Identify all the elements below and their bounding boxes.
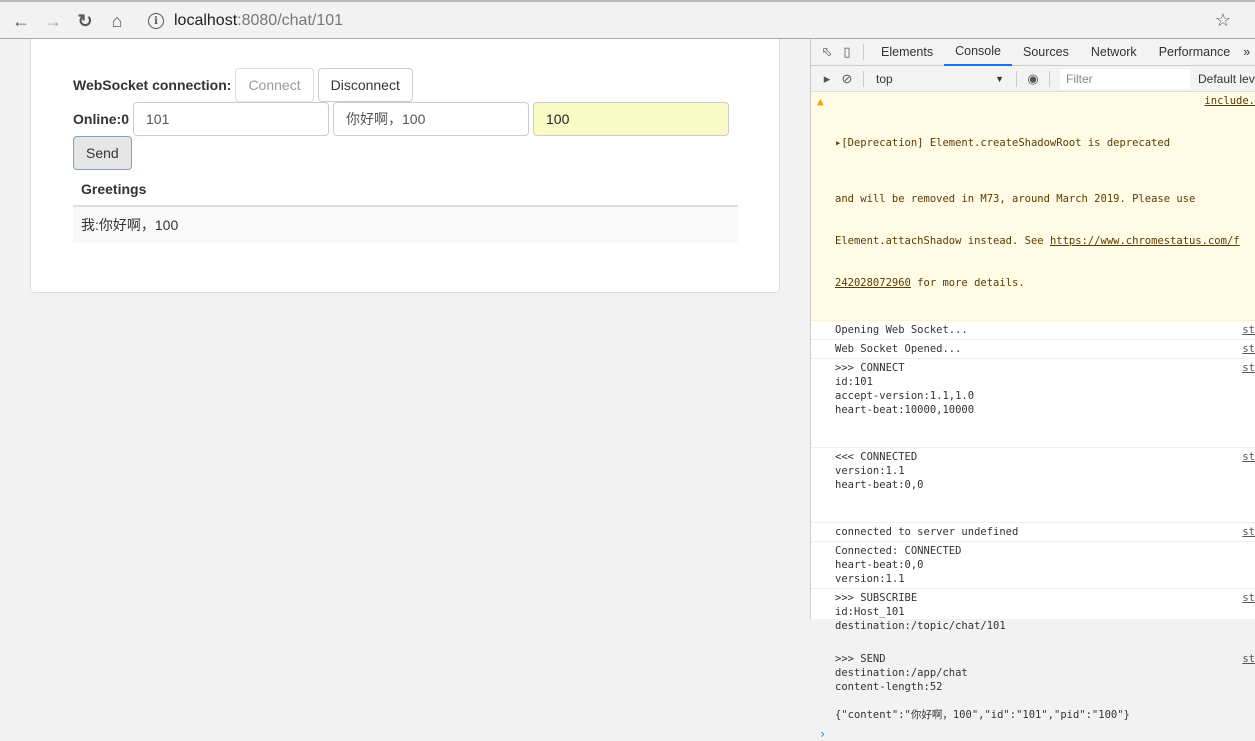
context-select[interactable]: top ▼ <box>870 72 1010 86</box>
warning-link[interactable]: https://www.chromestatus.com/f <box>1050 235 1240 247</box>
eye-icon[interactable]: ◉ <box>1023 69 1043 89</box>
online-count: Online:0 <box>73 111 130 127</box>
source-link[interactable]: st <box>1238 342 1255 356</box>
console-prompt[interactable]: › <box>811 725 1255 741</box>
disconnect-button[interactable]: Disconnect <box>317 68 413 102</box>
home-icon[interactable]: ⌂ <box>106 10 128 32</box>
console-message: >>> SUBSCRIBE id:Host_101 destination:/t… <box>811 589 1255 650</box>
greetings-table: Greetings 我:你好啊，100 <box>73 176 738 243</box>
console-message: >>> CONNECT id:101 accept-version:1.1,1.… <box>811 359 1255 448</box>
console-message: <<< CONNECTED version:1.1 heart-beat:0,0… <box>811 448 1255 523</box>
info-icon[interactable]: i <box>148 13 164 29</box>
url-host: localhost <box>174 12 238 29</box>
message-text: >>> CONNECT id:101 accept-version:1.1,1.… <box>835 362 975 416</box>
message-text: >>> SUBSCRIBE id:Host_101 destination:/t… <box>835 592 1006 632</box>
tab-network[interactable]: Network <box>1080 39 1148 66</box>
message-input[interactable]: 你好啊，100 <box>333 102 530 136</box>
console-toolbar: ▸ ⊘ top ▼ ◉ Filter Default lev <box>811 66 1255 92</box>
device-toggle-icon[interactable]: ▯ <box>837 42 857 62</box>
console-message: >>> SEND destination:/app/chat content-l… <box>811 650 1255 725</box>
source-link[interactable]: st <box>1238 450 1255 464</box>
browser-toolbar: ← → ↻ ⌂ i localhost:8080/chat/101 ☆ <box>0 0 1255 39</box>
warning-icon: ▲ <box>817 95 824 108</box>
source-link[interactable]: include. <box>1200 94 1255 108</box>
id-input[interactable]: 101 <box>133 102 330 136</box>
source-link[interactable]: st <box>1238 361 1255 375</box>
back-arrow-icon[interactable]: ← <box>10 10 32 32</box>
filter-input[interactable]: Filter <box>1060 68 1190 89</box>
tab-elements[interactable]: Elements <box>870 39 944 66</box>
more-tabs-button[interactable]: » <box>1241 39 1252 66</box>
message-text: <<< CONNECTED version:1.1 heart-beat:0,0 <box>835 451 924 491</box>
connection-row: WebSocket connection: Connect Disconnect <box>73 68 413 102</box>
sidebar-toggle-icon[interactable]: ▸ <box>817 69 837 89</box>
divider <box>1016 70 1017 87</box>
console-message: Opening Web Socket... st <box>811 321 1255 340</box>
warning-link[interactable]: 242028072960 <box>835 277 911 289</box>
tab-sources[interactable]: Sources <box>1012 39 1080 66</box>
divider <box>863 44 864 60</box>
message-text: Web Socket Opened... <box>835 343 962 355</box>
context-value: top <box>876 71 893 86</box>
warning-text[interactable]: ▸[Deprecation] Element.createShadowRoot … <box>835 137 1170 149</box>
source-link[interactable]: st <box>1238 525 1255 539</box>
warning-text: and will be removed in M73, around March… <box>835 193 1196 205</box>
message-text: connected to server undefined <box>835 526 1019 538</box>
reload-icon[interactable]: ↻ <box>74 10 96 32</box>
page-content: WebSocket connection: Connect Disconnect… <box>0 39 810 619</box>
message-text: Opening Web Socket... <box>835 324 968 336</box>
url-path: :8080/chat/101 <box>237 12 344 29</box>
console-message: Connected: CONNECTED heart-beat:0,0 vers… <box>811 542 1255 589</box>
warning-text: Element.attachShadow instead. See <box>835 235 1050 247</box>
console-message: Web Socket Opened... st <box>811 340 1255 359</box>
message-row: Online:0 101 你好啊，100 100 <box>73 102 730 136</box>
greeting-row: 我:你好啊，100 <box>73 207 738 243</box>
send-button[interactable]: Send <box>73 136 132 170</box>
source-link[interactable]: st <box>1238 323 1255 337</box>
console-output: ▲ ▸[Deprecation] Element.createShadowRoo… <box>811 92 1255 741</box>
address-bar[interactable]: i localhost:8080/chat/101 <box>140 7 1240 35</box>
devtools-tabbar: ⬁ ▯ Elements Console Sources Network Per… <box>811 39 1255 66</box>
warning-text: for more details. <box>910 277 1025 289</box>
devtools-panel: ⬁ ▯ Elements Console Sources Network Per… <box>810 39 1255 741</box>
forward-arrow-icon[interactable]: → <box>42 10 64 32</box>
tab-console[interactable]: Console <box>944 39 1012 66</box>
connection-label: WebSocket connection: <box>73 77 232 93</box>
source-link[interactable]: st <box>1238 591 1255 605</box>
greetings-header: Greetings <box>73 176 738 207</box>
source-link[interactable]: st <box>1238 652 1255 666</box>
prompt-chevron-icon: › <box>819 727 827 741</box>
divider <box>1049 70 1050 87</box>
clear-console-icon[interactable]: ⊘ <box>837 69 857 89</box>
inspect-element-icon[interactable]: ⬁ <box>817 42 837 62</box>
message-text: >>> SEND destination:/app/chat content-l… <box>835 653 1130 721</box>
log-levels-select[interactable]: Default lev <box>1198 72 1255 86</box>
console-warning: ▲ ▸[Deprecation] Element.createShadowRoo… <box>811 92 1255 321</box>
dropdown-arrow-icon: ▼ <box>995 73 1004 84</box>
tab-performance[interactable]: Performance <box>1148 39 1242 66</box>
star-icon[interactable]: ☆ <box>1215 10 1231 31</box>
divider <box>863 70 864 87</box>
console-message: connected to server undefined st <box>811 523 1255 542</box>
connect-button[interactable]: Connect <box>235 68 314 102</box>
chat-panel: WebSocket connection: Connect Disconnect… <box>30 39 780 293</box>
url-text[interactable]: localhost:8080/chat/101 <box>174 12 343 30</box>
pid-input[interactable]: 100 <box>533 102 730 136</box>
message-text: Connected: CONNECTED heart-beat:0,0 vers… <box>835 545 962 585</box>
